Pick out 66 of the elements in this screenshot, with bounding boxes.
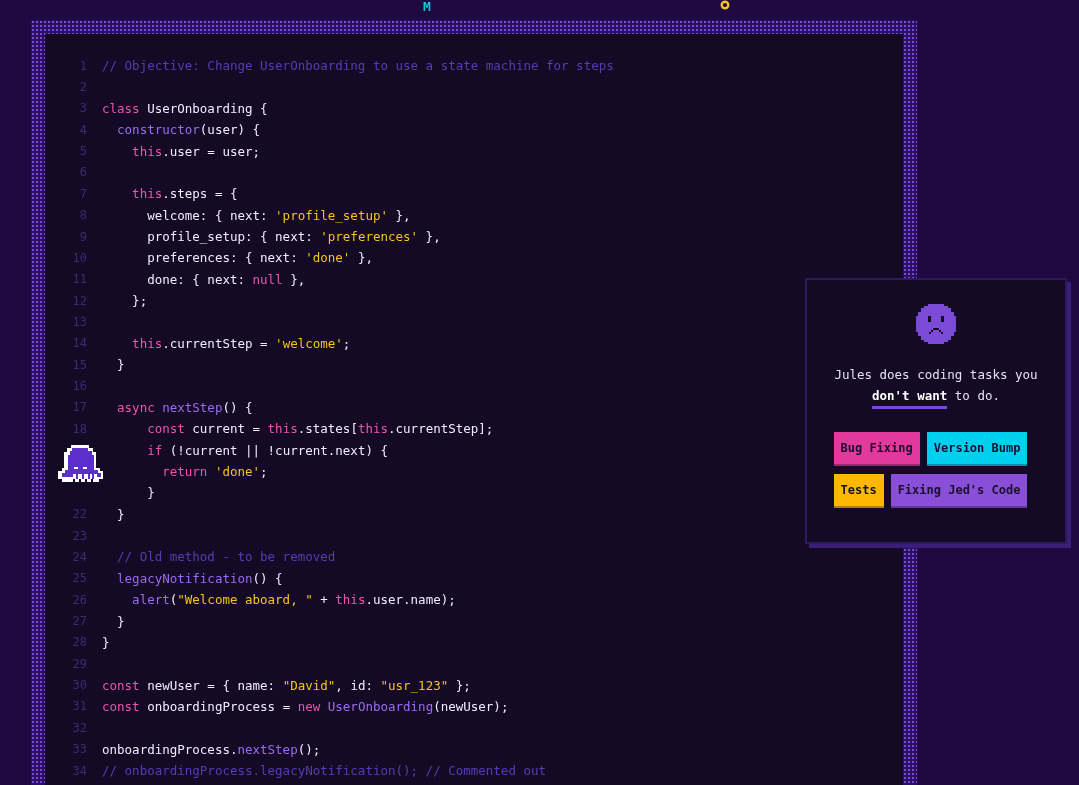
tag-chip: Bug Fixing [833, 432, 920, 466]
code-line: class UserOnboarding { [102, 100, 268, 116]
code-line: alert("Welcome aboard, " + this.user.name); [131, 592, 456, 608]
line-number: 10 [71, 250, 87, 265]
sad-face-icon [916, 304, 956, 344]
code-line: } [116, 613, 125, 629]
line-number: 15 [71, 357, 87, 372]
code-line: this.user = user; [131, 143, 261, 159]
line-number: 13 [71, 315, 87, 329]
line-number: 3 [78, 101, 87, 116]
line-number: 6 [78, 165, 87, 180]
line-number: 17 [71, 400, 87, 415]
line-number: 14 [71, 336, 87, 351]
tagline: Jules does coding tasks you don't want to do. [816, 364, 1056, 406]
code-line: preferences: { next: 'done' }, [146, 250, 373, 266]
ring-icon [719, 0, 730, 10]
code-line: // onboardingProcess.legacyNotification(); // Commented out [102, 763, 546, 779]
line-number: 22 [71, 507, 87, 522]
line-number: 1 [78, 58, 87, 73]
code-line: // Old method - to be removed [116, 549, 336, 565]
letter-glyph: M [423, 0, 431, 14]
line-number: 8 [78, 208, 87, 223]
code-line: done: { next: null }, [146, 271, 306, 287]
code-line: async nextStep() { [116, 399, 253, 415]
code-line: // Objective: Change UserOnboarding to use a state machine for steps [102, 58, 614, 74]
line-number: 4 [78, 122, 87, 137]
line-number: 25 [71, 571, 87, 586]
code-line: return 'done'; [161, 464, 268, 479]
code-line: onboardingProcess.nextStep(); [102, 741, 321, 757]
tag-chip: Tests [833, 474, 884, 508]
code-line: } [116, 357, 125, 373]
line-number: 11 [71, 272, 87, 287]
line-number: 31 [71, 699, 87, 714]
line-number: 9 [78, 229, 87, 244]
line-number: 18 [71, 421, 87, 436]
code-line: welcome: { next: 'profile_setup' }, [146, 207, 411, 223]
line-number: 16 [71, 379, 87, 394]
line-number: 34 [71, 763, 87, 778]
line-number: 30 [71, 678, 87, 693]
line-number: 7 [78, 186, 87, 201]
line-number: 24 [71, 549, 87, 564]
line-number: 33 [71, 742, 87, 757]
tag-chip: Version Bump [926, 432, 1028, 466]
line-number: 12 [71, 293, 87, 308]
line-number: 2 [78, 80, 87, 95]
tag-chip: Fixing Jed's Code [890, 474, 1028, 508]
line-number: 28 [71, 635, 87, 650]
code-line: } [116, 506, 125, 522]
line-number: 32 [71, 720, 87, 735]
code-line: this.steps = { [131, 186, 238, 202]
code-line: legacyNotification() { [116, 570, 283, 586]
code-line: const newUser = { name: "David", id: "usr_123" }; [102, 677, 471, 693]
code-line: this.currentStep = 'welcome'; [131, 335, 351, 351]
line-number: 29 [71, 656, 87, 671]
code-line: } [102, 634, 110, 650]
code-line: if (!current || !current.next) { [146, 442, 388, 458]
line-number: 23 [71, 528, 87, 543]
code-line: const onboardingProcess = new UserOnboarding(newUser); [102, 698, 509, 714]
line-number: 5 [78, 144, 87, 159]
code-line: } [146, 485, 155, 501]
line-number: 26 [71, 592, 87, 607]
code-line: const current = this.states[this.currentStep]; [146, 421, 494, 437]
code-line: constructor(user) { [116, 122, 261, 138]
code-line: }; [131, 293, 148, 309]
line-number: 27 [71, 614, 87, 628]
code-line: profile_setup: { next: 'preferences' }, [146, 229, 441, 245]
